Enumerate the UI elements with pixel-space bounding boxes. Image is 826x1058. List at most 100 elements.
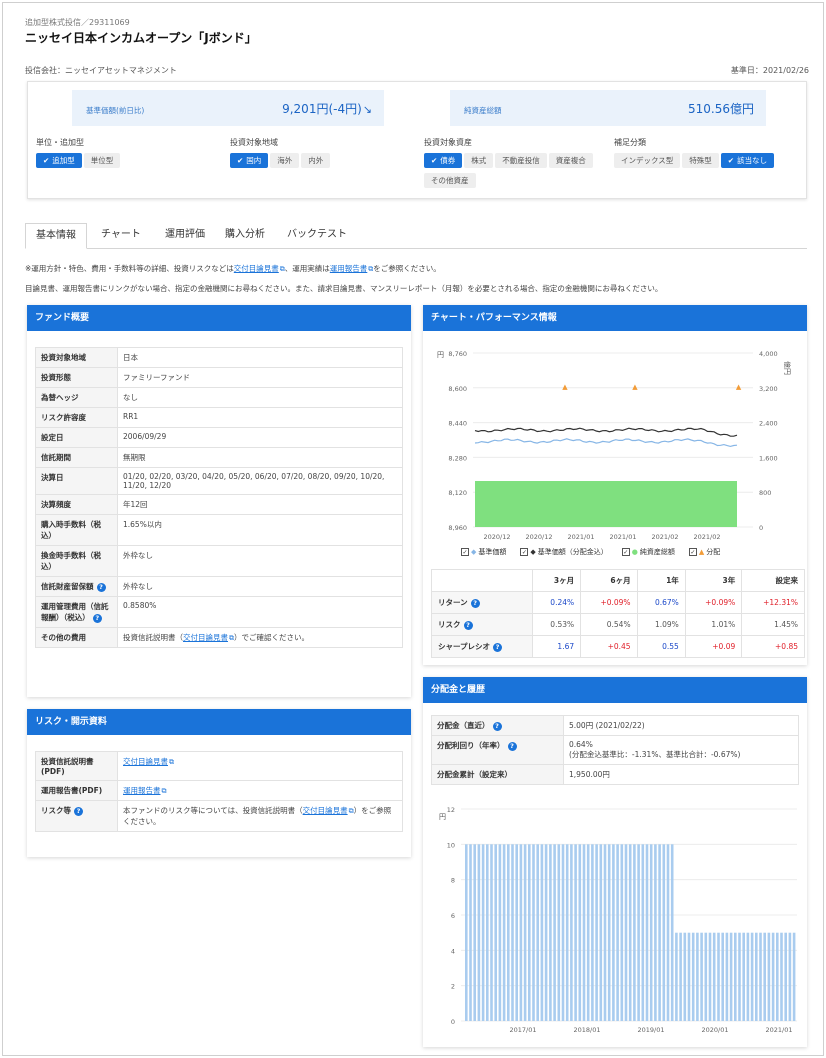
filter-chip[interactable]: 不動産投信 xyxy=(495,153,547,168)
metric-label: リターン? xyxy=(431,591,533,614)
dividend-marker: ▲ xyxy=(632,383,638,391)
help-icon[interactable]: ? xyxy=(74,806,83,816)
dividend-bar xyxy=(687,932,691,1021)
row-key: 分配利回り（年率）? xyxy=(431,735,564,765)
assets-value: 510.56億円 xyxy=(688,102,754,116)
thumb-up-icon: ✔ xyxy=(43,156,50,165)
tab-3[interactable]: 購入分析 xyxy=(215,223,275,249)
dividend-bar xyxy=(586,844,590,1021)
table-row: 投資対象地域 日本 xyxy=(35,347,403,368)
dividend-bar xyxy=(712,932,716,1021)
y-right-tick: 4,000 xyxy=(759,350,778,358)
help-icon[interactable]: ? xyxy=(470,598,480,608)
dividend-bar xyxy=(708,932,712,1021)
document-link[interactable]: 運用報告書 xyxy=(123,786,161,795)
assets-label: 純資産総額 xyxy=(464,106,502,115)
tab-0[interactable]: 基本情報 xyxy=(25,223,87,249)
y-tick: 2 xyxy=(451,983,455,991)
metric-label: シャープレシオ? xyxy=(431,635,533,658)
filter-chip[interactable]: 特殊型 xyxy=(682,153,719,168)
filter-chip[interactable]: 内外 xyxy=(301,153,331,168)
dividend-bar xyxy=(725,932,729,1021)
help-icon[interactable]: ? xyxy=(463,620,473,630)
row-value: 外枠なし xyxy=(117,545,403,577)
tab-1[interactable]: チャート xyxy=(91,223,151,249)
table-row: 為替ヘッジ なし xyxy=(35,387,403,408)
row-value: RR1 xyxy=(117,407,403,428)
dividend-bar xyxy=(700,932,703,1021)
filter-chip[interactable]: ✔ 該当なし xyxy=(720,153,775,168)
dividend-bar xyxy=(544,844,548,1021)
prospectus-link[interactable]: 交付目論見書 xyxy=(183,633,228,642)
filter-group-title: 投資対象資産 xyxy=(424,138,472,147)
dividend-bar xyxy=(490,844,493,1021)
dividend-bar xyxy=(507,844,510,1021)
filter-chip[interactable]: 株式 xyxy=(464,153,494,168)
y-right-tick: 800 xyxy=(759,489,771,497)
y-left-tick: 8,760 xyxy=(448,350,467,358)
help-icon[interactable]: ? xyxy=(493,642,503,652)
dividend-bar xyxy=(465,844,468,1021)
table-row: リスク等? 本ファンドのリスク等については、投資信託説明書（交付目論見書⧉）をご参… xyxy=(35,800,403,832)
x-tick: 2021/02 xyxy=(693,533,720,541)
table-row: 信託財産留保額? 外枠なし xyxy=(35,576,403,597)
table-row: その他の費用 投資信託説明書（交付目論見書⧉）でご確認ください。 xyxy=(35,627,403,648)
filter-chip[interactable]: ✔ 追加型 xyxy=(36,153,82,168)
help-icon[interactable]: ? xyxy=(96,582,106,592)
filter-chip[interactable]: 海外 xyxy=(270,153,300,168)
legend-item[interactable]: ✓ ◆ 基準価額 xyxy=(461,548,506,556)
filter-chip[interactable]: 単位型 xyxy=(83,153,121,168)
dividend-bar xyxy=(628,844,632,1021)
table-row: 換金時手数料（税込） 外枠なし xyxy=(35,545,403,577)
period-header: 設定来 xyxy=(741,569,805,592)
filter-chip[interactable]: 資産複合 xyxy=(548,153,593,168)
tab-4[interactable]: バックテスト xyxy=(277,223,357,249)
document-link[interactable]: 交付目論見書 xyxy=(123,757,168,766)
dividend-bar xyxy=(717,932,720,1021)
row-key: 決算日 xyxy=(35,467,118,495)
legend-item[interactable]: ✓ ▲ 分配 xyxy=(688,548,720,556)
help-icon[interactable]: ? xyxy=(92,613,102,623)
filter-chip[interactable]: インデックス型 xyxy=(614,153,681,168)
y-tick: 4 xyxy=(451,947,455,955)
legend-item[interactable]: ✓ ● 純資産総額 xyxy=(621,548,675,556)
checkbox-icon: ✓ xyxy=(461,548,469,556)
metric-value: +12.31% xyxy=(741,591,805,614)
prospectus-link[interactable]: 交付目論見書 xyxy=(303,806,348,815)
panel-title: チャート・パフォーマンス情報 xyxy=(423,305,807,331)
external-link-icon: ⧉ xyxy=(169,758,174,766)
x-tick: 2017/01 xyxy=(509,1026,536,1034)
doc-note: ※運用方針・特色、費用・手数料等の詳細、投資リスクなどは交付目論見書⧉、運用実績… xyxy=(25,264,441,273)
metric-label: リスク? xyxy=(431,613,533,636)
tab-2[interactable]: 運用評価 xyxy=(155,223,215,249)
x-tick: 2019/01 xyxy=(637,1026,664,1034)
row-key: 換金時手数料（税込） xyxy=(35,545,118,577)
prospectus-link[interactable]: 交付目論見書 xyxy=(234,264,279,273)
dividend-bar xyxy=(763,932,766,1021)
thumb-up-icon: ✔ xyxy=(237,156,244,165)
page-title: ニッセイ日本インカムオープン「Jボンド」 xyxy=(25,31,257,45)
help-icon[interactable]: ? xyxy=(507,741,517,751)
trend-down-icon: ↘ xyxy=(362,103,372,116)
left-axis-unit: 円 xyxy=(437,351,444,359)
dividend-bar xyxy=(502,844,506,1021)
summary-card: 基準価額(前日比) 9,201円(-4円)↘ 純資産総額 510.56億円 単位… xyxy=(27,81,807,199)
period-header: 3ヶ月 xyxy=(531,569,582,592)
legend-item[interactable]: ✓ ◆ 基準価額（分配金込） xyxy=(520,548,608,556)
filter-chip[interactable]: その他資産 xyxy=(424,173,476,188)
dividend-bar xyxy=(738,932,741,1021)
panel-title: ファンド概要 xyxy=(27,305,411,331)
dividend-bar xyxy=(582,844,586,1021)
dividend-bar xyxy=(742,932,745,1021)
report-link[interactable]: 運用報告書 xyxy=(330,264,368,273)
thumb-up-icon: ✔ xyxy=(431,156,438,165)
table-row: 設定日 2006/09/29 xyxy=(35,427,403,448)
filter-group: 投資対象地域 ✔ 国内 海外 内外 xyxy=(230,137,420,173)
filter-chip[interactable]: ✔ 国内 xyxy=(230,153,269,168)
filter-group: 補足分類 インデックス型 特殊型 ✔ 該当なし xyxy=(614,137,804,173)
row-key: 運用管理費用（信託報酬）（税込）? xyxy=(35,596,118,628)
y-tick: 10 xyxy=(447,841,455,849)
filter-chip[interactable]: ✔ 債券 xyxy=(424,153,463,168)
help-icon[interactable]: ? xyxy=(492,721,502,731)
y-left-tick: 8,960 xyxy=(448,524,467,532)
